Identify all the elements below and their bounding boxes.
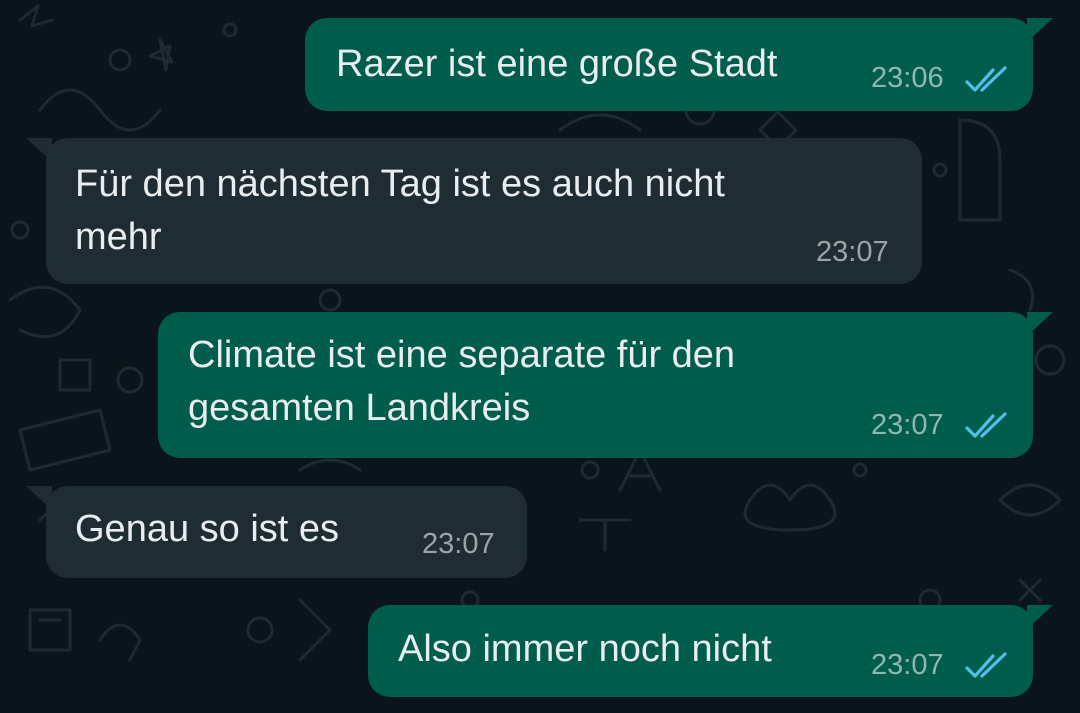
bubble-tail-icon (1027, 312, 1053, 336)
bubble-tail-icon (1027, 605, 1053, 629)
message-text-line: gesamten Landkreis (188, 387, 531, 429)
message-text: Also immer noch nicht (398, 628, 772, 670)
double-check-read-icon (965, 652, 1007, 678)
bubble-tail-icon (26, 486, 52, 510)
bubble-tail-icon (1027, 18, 1053, 42)
message-text: Razer ist eine große Stadt (336, 43, 778, 85)
double-check-read-icon (965, 412, 1007, 438)
message-timestamp: 23:06 (871, 62, 944, 94)
message-timestamp: 23:07 (422, 528, 495, 560)
message-bubble-outgoing[interactable]: Also immer noch nicht 23:07 (368, 605, 1053, 697)
message-timestamp: 23:07 (816, 236, 889, 268)
message-text-line: Für den nächsten Tag ist es auch nicht (75, 163, 725, 205)
message-timestamp: 23:07 (871, 409, 944, 441)
message-bubble-outgoing[interactable]: Razer ist eine große Stadt 23:06 (305, 18, 1053, 111)
message-bubble-incoming[interactable]: Für den nächsten Tag ist es auch nicht m… (26, 138, 922, 284)
message-text-line: mehr (75, 216, 162, 258)
message-timestamp: 23:07 (871, 649, 944, 681)
message-bubble-outgoing[interactable]: Climate ist eine separate für den gesamt… (158, 312, 1053, 458)
double-check-read-icon (965, 66, 1007, 92)
bubble-tail-icon (26, 138, 52, 162)
message-bubble-incoming[interactable]: Genau so ist es 23:07 (26, 486, 527, 578)
message-text-line: Climate ist eine separate für den (188, 334, 736, 376)
message-text: Genau so ist es (75, 508, 340, 550)
chat-message-list: Razer ist eine große Stadt 23:06 Für den… (0, 0, 1080, 713)
